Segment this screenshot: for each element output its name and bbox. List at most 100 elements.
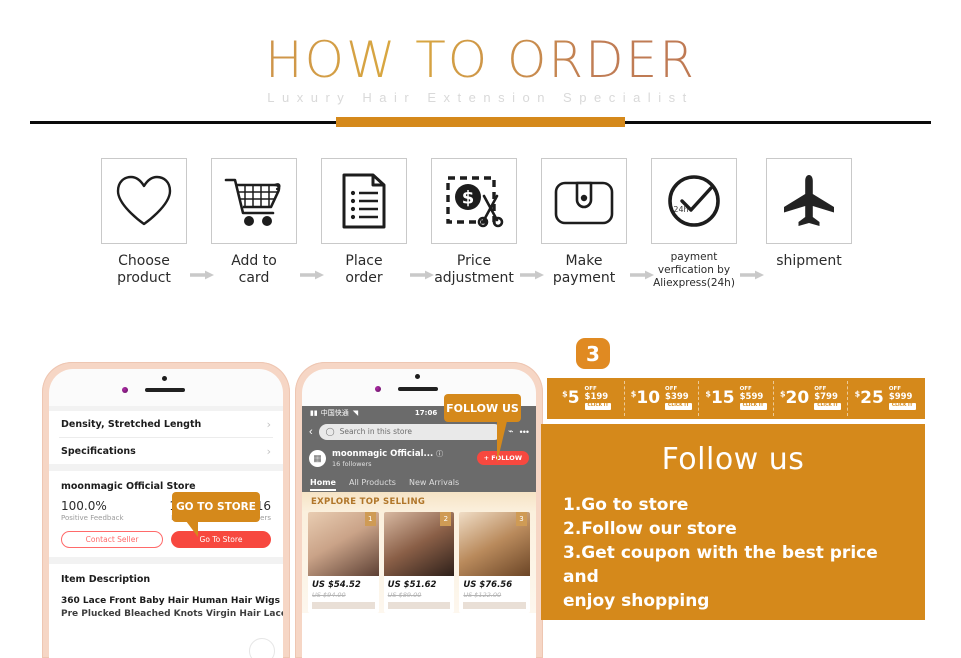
- tab-new-arrivals[interactable]: New Arrivals: [409, 478, 459, 487]
- coupon-card[interactable]: $20 OFF $799 CLICK IT: [774, 381, 849, 416]
- step-price-adjustment: $ Price adjustment: [431, 158, 517, 287]
- follow-step: 1.Go to store: [563, 495, 689, 515]
- chevron-right-icon: ›: [266, 444, 271, 458]
- step-label: Choose product: [117, 253, 171, 286]
- product-thumbnail-strip: [387, 602, 451, 609]
- carrier-label: 中国快通: [320, 408, 349, 417]
- store-name: moonmagic Official Store: [61, 481, 196, 492]
- follow-step: enjoy shopping: [563, 591, 710, 611]
- product-price: US $54.52: [312, 580, 361, 590]
- front-camera-icon: [162, 376, 167, 381]
- coupon-click-button[interactable]: CLICK IT: [665, 402, 692, 411]
- coupon-amount: $25: [854, 388, 884, 408]
- store-actions: Contact Seller Go To Store: [61, 531, 271, 548]
- signal-icon: ▮▮: [310, 408, 318, 417]
- steps-row: Choose product Add to card Place order $…: [0, 158, 961, 303]
- step-label: Add to card: [231, 253, 277, 286]
- coupon-min-spend: $199: [584, 392, 609, 403]
- page-root: HOW TO ORDER Luxury Hair Extension Speci…: [0, 0, 961, 658]
- product-image: 2: [383, 512, 455, 576]
- rank-badge: 3: [516, 512, 528, 526]
- callout-text: FOLLOW US: [446, 401, 519, 415]
- tab-all-products[interactable]: All Products: [349, 478, 396, 487]
- coupon-card[interactable]: $25 OFF $999 CLICK IT: [848, 381, 922, 416]
- list-item[interactable]: Density, Stretched Length ›: [49, 411, 283, 437]
- floating-action-button[interactable]: [249, 638, 275, 658]
- product-thumbnail-strip: [463, 602, 527, 609]
- search-placeholder: Search in this store: [339, 427, 413, 436]
- store-name: moonmagic Official... ⓘ: [332, 448, 444, 459]
- step-icon-box: [766, 158, 852, 244]
- front-camera-icon: [415, 374, 420, 379]
- document-icon: [342, 173, 386, 229]
- divider-orange: [336, 117, 625, 127]
- heart-icon: [116, 175, 172, 226]
- shopping-cart-icon: [224, 178, 281, 226]
- clock-check-24h-icon: 24h: [668, 175, 720, 227]
- coupon-card[interactable]: $15 OFF $599 CLICK IT: [699, 381, 774, 416]
- step-label: Price adjustment: [434, 253, 514, 286]
- bubble-tail: [497, 421, 515, 463]
- coupon-click-button[interactable]: CLICK IT: [739, 402, 767, 411]
- search-input[interactable]: ◯ Search in this store: [318, 423, 503, 440]
- product-old-price: US $122.00: [463, 591, 502, 599]
- airplane-icon: [784, 175, 834, 226]
- page-header: HOW TO ORDER Luxury Hair Extension Speci…: [0, 0, 961, 138]
- step-label: shipment: [776, 253, 842, 269]
- step-icon-box: [321, 158, 407, 244]
- coupon-min-spend: $999: [888, 392, 913, 403]
- step-icon-box: [541, 158, 627, 244]
- follow-us-panel: Follow us 1.Go to store 2.Follow our sto…: [541, 424, 925, 620]
- step-add-to-cart: Add to card: [211, 158, 297, 287]
- item-description-line1: 360 Lace Front Baby Hair Human Hair Wigs: [61, 596, 280, 606]
- section-gap: [49, 557, 283, 564]
- coupon-click-button[interactable]: CLICK IT: [814, 402, 842, 411]
- product-image: 1: [308, 512, 379, 576]
- contact-seller-button[interactable]: Contact Seller: [61, 531, 163, 548]
- earpiece-speaker-icon: [145, 388, 185, 392]
- proximity-sensor-icon: [375, 386, 381, 392]
- step-make-payment: Make payment: [541, 158, 627, 287]
- back-arrow-icon[interactable]: ‹: [309, 426, 313, 438]
- coupon-click-button[interactable]: CLICK IT: [888, 402, 916, 411]
- step-icon-box: [211, 158, 297, 244]
- rank-badge: 2: [440, 512, 452, 526]
- coupon-amount: $20: [779, 388, 810, 408]
- follow-step: 2.Follow our store: [563, 519, 737, 539]
- coupon-amount: $5: [562, 388, 580, 408]
- step-icon-box: [101, 158, 187, 244]
- coupon-min-spend: $799: [814, 392, 838, 403]
- product-card[interactable]: 2 US $51.62 US $89.00: [383, 512, 455, 613]
- product-old-price: US $94.00: [312, 591, 346, 599]
- coupon-click-button[interactable]: CLICK IT: [584, 402, 612, 411]
- step-place-order: Place order: [321, 158, 407, 287]
- product-thumbnail-strip: [312, 602, 375, 609]
- coupon-card[interactable]: $5 OFF $199 CLICK IT: [550, 381, 625, 416]
- callout-text: GO TO STORE: [176, 501, 256, 513]
- go-to-store-callout-bubble: GO TO STORE: [172, 492, 260, 537]
- coupon-card[interactable]: $10 OFF $399 CLICK IT: [625, 381, 700, 416]
- more-options-icon[interactable]: •••: [520, 427, 529, 437]
- store-tabs: Home All Products New Arrivals: [302, 472, 536, 492]
- rank-badge: 1: [364, 512, 376, 526]
- coupon-amount: $15: [705, 388, 735, 408]
- tab-home[interactable]: Home: [310, 478, 336, 491]
- price-scissors-icon: $: [446, 176, 504, 228]
- list-item[interactable]: Specifications ›: [49, 438, 283, 464]
- info-icon[interactable]: ⓘ: [436, 450, 443, 458]
- coupon-strip: $5 OFF $199 CLICK IT $10 OFF $399 CLICK …: [547, 378, 925, 419]
- coupon-details: OFF $799 CLICK IT: [814, 386, 842, 411]
- product-card[interactable]: 1 US $54.52 US $94.00: [308, 512, 379, 613]
- product-card[interactable]: 3 US $76.56 US $122.00: [459, 512, 531, 613]
- product-price: US $51.62: [387, 580, 437, 590]
- chevron-right-icon: ›: [266, 417, 271, 431]
- item-description-title: Item Description: [61, 574, 151, 585]
- wallet-icon: [554, 181, 614, 225]
- step-label: Place order: [345, 253, 383, 286]
- page-subtitle: Luxury Hair Extension Specialist: [267, 90, 694, 105]
- store-identity: moonmagic Official... ⓘ 16 followers: [332, 449, 443, 468]
- step-label: payment verfication by Aliexpress(24h): [653, 251, 735, 289]
- product-grid: 1 US $54.52 US $94.00 2 US $51.62 US $89…: [302, 512, 536, 613]
- step-icon-box: 24h: [651, 158, 737, 244]
- search-icon: ◯: [325, 427, 335, 436]
